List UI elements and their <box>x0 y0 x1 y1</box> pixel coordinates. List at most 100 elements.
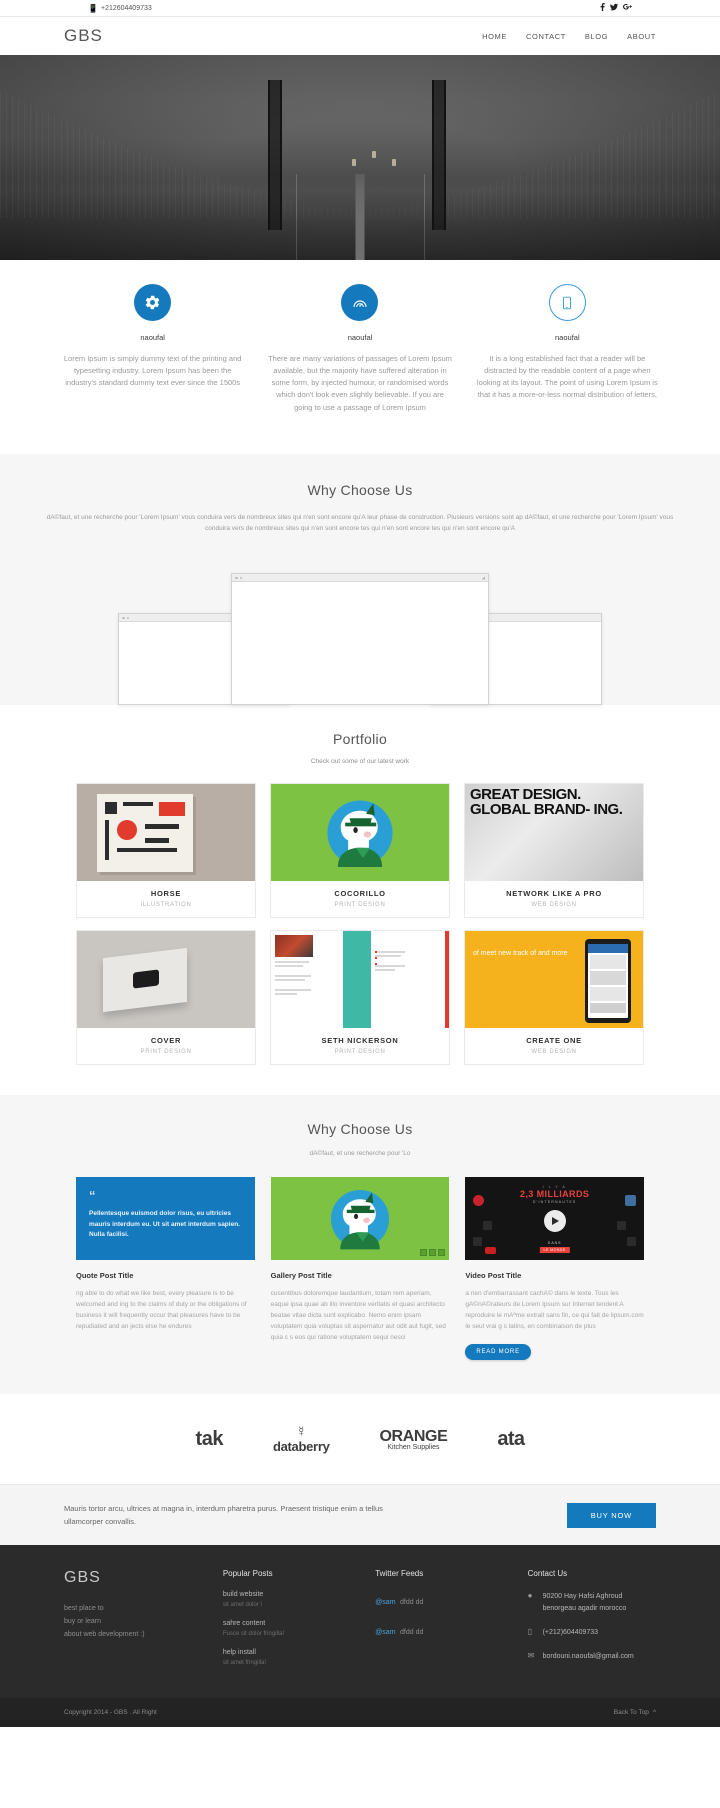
portfolio-item-category: WEB DESIGN <box>531 902 577 909</box>
buy-now-button[interactable]: BUY NOW <box>566 1502 656 1528</box>
portfolio-caption: COCORILLO PRINT DESIGN <box>271 881 449 917</box>
blog-post-title[interactable]: Video Post Title <box>465 1271 644 1280</box>
back-to-top-button[interactable]: Back To Top ^ <box>614 1709 656 1716</box>
gallery-thumbs <box>420 1249 446 1257</box>
facebook-icon[interactable] <box>600 3 605 13</box>
footer-heading: Twitter Feeds <box>375 1569 424 1579</box>
blog-post-excerpt: a rien d'embarrassant cachA© dans le tex… <box>465 1290 644 1331</box>
feature-text: It is a long established fact that a rea… <box>476 354 658 400</box>
video-tag: LE MONDE <box>539 1247 570 1254</box>
berry-icon: ☿ <box>296 1423 307 1440</box>
client-logo-databerry: ☿ databerry <box>273 1424 330 1454</box>
portfolio-item-name: CREATE ONE <box>526 1036 582 1046</box>
portfolio-item[interactable]: COVER PRINT DESIGN <box>76 930 256 1066</box>
portfolio-thumbnail <box>271 931 449 1029</box>
portfolio-section: Portfolio Check out some of our latest w… <box>0 705 720 1096</box>
portfolio-item-name: NETWORK LIKE A PRO <box>506 889 602 899</box>
hero-banner <box>0 55 720 260</box>
blog-post-title[interactable]: Quote Post Title <box>76 1271 255 1280</box>
thumbnail-caption-text: of meet new track of and more <box>473 950 568 958</box>
feature-card: naoufal It is a long established fact th… <box>475 284 660 414</box>
read-more-button[interactable]: READ MORE <box>465 1344 531 1361</box>
blog-post-title[interactable]: Gallery Post Title <box>271 1271 450 1280</box>
footer-twitter-feeds: Twitter Feeds @sam dfdd dd @sam dfdd dd <box>375 1569 503 1678</box>
twitter-icon[interactable] <box>610 3 618 13</box>
play-button-icon[interactable] <box>543 1209 566 1232</box>
portfolio-caption: CREATE ONE WEB DESIGN <box>465 1028 643 1064</box>
twitter-handle[interactable]: @sam <box>375 1629 395 1636</box>
quote-card: “ Pellentesque euismod dolor risus, eu u… <box>76 1177 255 1261</box>
instagram-icon <box>625 1195 636 1207</box>
footer-post-link[interactable]: build website <box>223 1591 351 1598</box>
portfolio-item[interactable]: of meet new track of and more CREATE ONE… <box>464 930 644 1066</box>
footer-post-link[interactable]: sahre content <box>223 1620 351 1627</box>
google-plus-icon[interactable] <box>623 3 632 13</box>
teal-column <box>343 931 371 1029</box>
contact-address-row: ● 90200 Hay Hafsi Aghroud benorgeau agad… <box>528 1591 656 1613</box>
blog-subtitle: dA©faut, et une recherche pour 'Lo <box>309 1150 411 1158</box>
feature-text: Lorem Ipsum is simply dummy text of the … <box>63 354 242 388</box>
feature-title: naoufal <box>555 333 580 342</box>
quote-text: Pellentesque euismod dolor risus, eu ult… <box>89 1210 240 1239</box>
tweet-item: @sam dfdd dd <box>375 1621 503 1639</box>
video-tag-small: DANS <box>547 1241 562 1246</box>
nav-link-blog[interactable]: BLOG <box>585 32 608 41</box>
nav-link-home[interactable]: HOME <box>482 32 507 41</box>
portfolio-item-name: HORSE <box>150 889 182 899</box>
portfolio-item[interactable]: SETH NICKERSON PRINT DESIGN <box>270 930 450 1066</box>
copyright-bar: Copyright 2014 - GBS . All Right Back To… <box>0 1698 720 1728</box>
top-bar: 📱 +212604409733 <box>0 0 720 17</box>
video-card[interactable]: I L Y A 2,3 MILLIARDS D'INTERNAUTES DANS… <box>465 1177 644 1261</box>
portfolio-item[interactable]: GREAT DESIGN. GLOBAL BRAND- ING. NETWORK… <box>464 783 644 919</box>
features-section: naoufal Lorem Ipsum is simply dummy text… <box>0 260 720 454</box>
red-edge <box>445 931 449 1029</box>
blog-grid: “ Pellentesque euismod dolor risus, eu u… <box>0 1177 720 1361</box>
client-logo-sublabel: Kitchen Supplies <box>387 1443 440 1451</box>
client-logo-tak: tak <box>195 1427 224 1450</box>
thumbnail-photo <box>275 935 313 958</box>
portfolio-item-name: SETH NICKERSON <box>321 1036 399 1046</box>
mobile-icon: ▯ <box>527 1626 532 1636</box>
blog-post-excerpt: cusentibus doloremque laudantium, totam … <box>270 1290 446 1342</box>
resize-handle-icon[interactable]: ◢ <box>482 575 485 580</box>
envelope-icon: ✉ <box>527 1650 535 1660</box>
video-subheadline: D'INTERNAUTES <box>532 1200 577 1205</box>
social-links <box>600 3 632 13</box>
main-navbar: GBS HOME CONTACT BLOG ABOUT <box>0 17 720 55</box>
portfolio-subtitle: Check out some of our latest work <box>310 758 410 766</box>
portfolio-item-name: COVER <box>150 1036 182 1046</box>
phone-block: 📱 +212604409733 <box>88 4 152 13</box>
footer-post-link[interactable]: help install <box>223 1649 351 1656</box>
portfolio-item-category: PRINT DESIGN <box>140 1049 192 1056</box>
back-to-top-label: Back To Top <box>613 1709 649 1717</box>
portfolio-thumbnail: of meet new track of and more <box>465 931 643 1029</box>
window-body <box>232 582 488 705</box>
tweet-item: @sam dfdd dd <box>375 1591 503 1609</box>
portfolio-item-name: COCORILLO <box>334 889 386 899</box>
nav-links: HOME CONTACT BLOG ABOUT <box>482 32 656 41</box>
portfolio-item[interactable]: COCORILLO PRINT DESIGN <box>270 783 450 919</box>
nav-link-contact[interactable]: CONTACT <box>526 32 566 41</box>
tweet-text: dfdd dd <box>400 1599 424 1607</box>
twitter-handle[interactable]: @sam <box>375 1599 395 1606</box>
nav-link-about[interactable]: ABOUT <box>627 32 656 41</box>
cta-text: Mauris tortor arcu, ultrices at magna in… <box>64 1504 383 1527</box>
blog-title: Why Choose Us <box>307 1121 413 1138</box>
footer-contact: Contact Us ● 90200 Hay Hafsi Aghroud ben… <box>528 1569 656 1678</box>
contact-email[interactable]: bordouni.naoufal@gmail.com <box>543 1651 634 1662</box>
social-chip <box>627 1237 636 1247</box>
portfolio-item[interactable]: HORSE ILLUSTRATION <box>76 783 256 919</box>
contact-email-row: ✉ bordouni.naoufal@gmail.com <box>528 1651 656 1662</box>
pinterest-icon <box>473 1195 485 1207</box>
client-logo-label: ORANGE <box>379 1427 448 1445</box>
blog-post-excerpt: ng able to do what we like best, every p… <box>76 1290 247 1331</box>
blog-post-gallery: Gallery Post Title cusentibus doloremque… <box>270 1177 450 1360</box>
footer-heading: Contact Us <box>527 1569 568 1579</box>
social-chip <box>617 1221 626 1231</box>
site-logo[interactable]: GBS <box>64 26 103 46</box>
clients-section: tak ☿ databerry ORANGE Kitchen Supplies … <box>0 1394 720 1485</box>
window-dot <box>126 616 129 620</box>
footer-post-item: build website sit amet dolor l <box>223 1591 351 1608</box>
contact-phone[interactable]: (+212)604409733 <box>543 1627 598 1638</box>
client-logo-orange: ORANGE Kitchen Supplies <box>380 1428 448 1451</box>
